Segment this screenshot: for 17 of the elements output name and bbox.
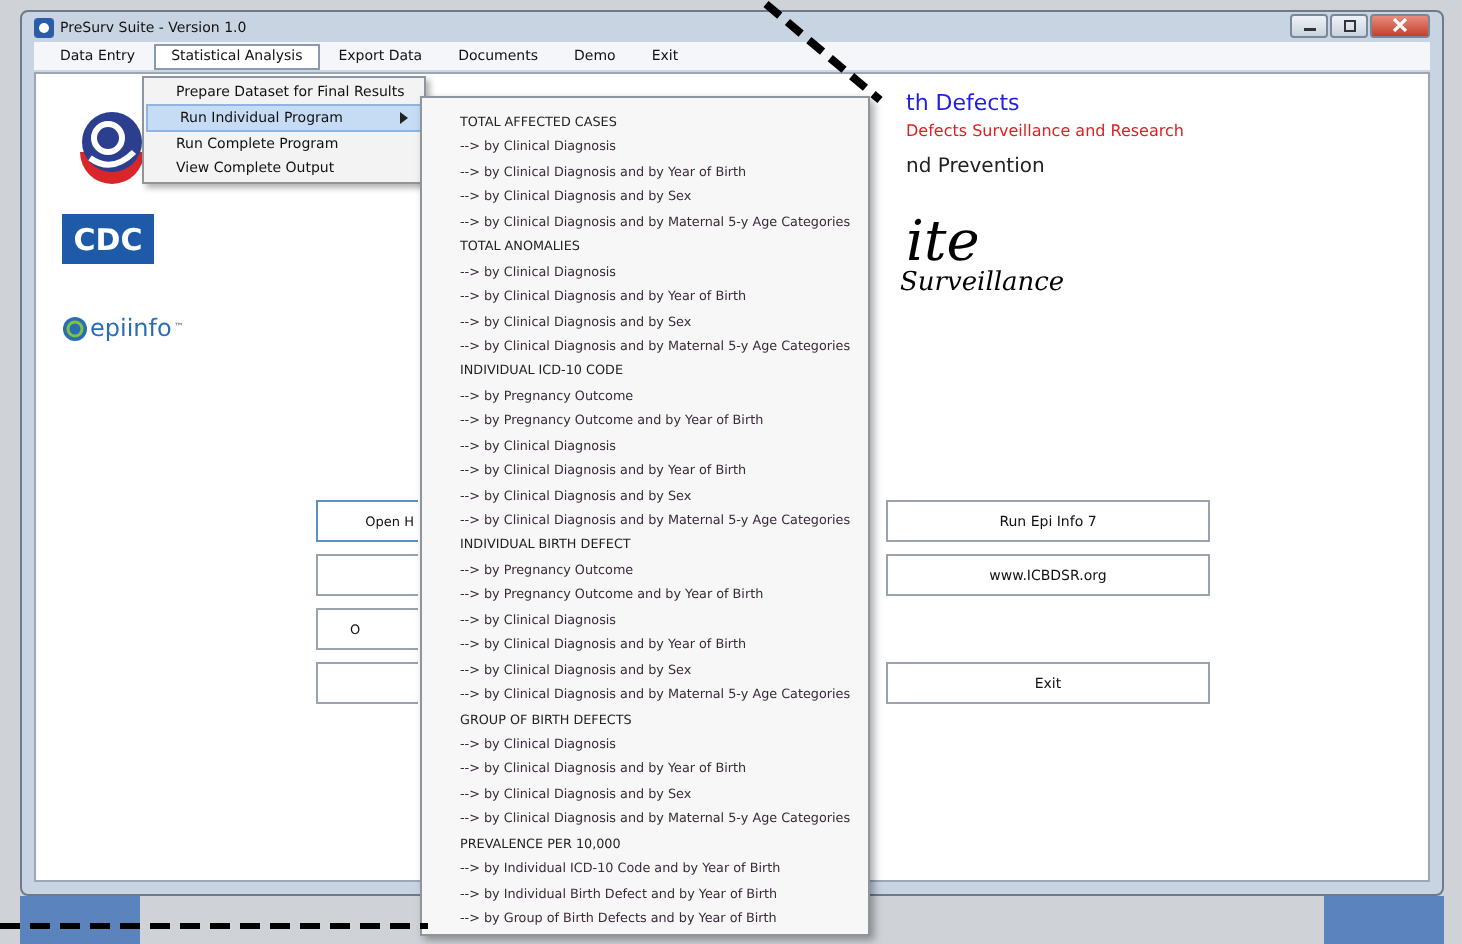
taskbar-button[interactable] (20, 896, 140, 944)
organization-title: th Defects (906, 90, 1022, 120)
close-icon (1392, 18, 1408, 32)
button[interactable] (316, 554, 418, 596)
close-button[interactable] (1370, 13, 1430, 37)
maximize-button[interactable] (1330, 13, 1368, 37)
button[interactable] (316, 662, 418, 704)
partner-title: nd Prevention (906, 156, 1047, 182)
dashed-line (763, 0, 883, 104)
epi-info-logo: epiinfo$^{™}$ (62, 314, 302, 342)
app-icon (34, 17, 54, 37)
minimize-button[interactable] (1290, 13, 1328, 37)
suite-tagline: Surveillance (900, 268, 1067, 298)
cdc-logo: CDC (62, 214, 154, 264)
suite-title: ite (906, 208, 980, 268)
maximize-icon (1341, 19, 1357, 31)
organization-subtitle: Defects Surveillance and Research (906, 122, 1184, 144)
